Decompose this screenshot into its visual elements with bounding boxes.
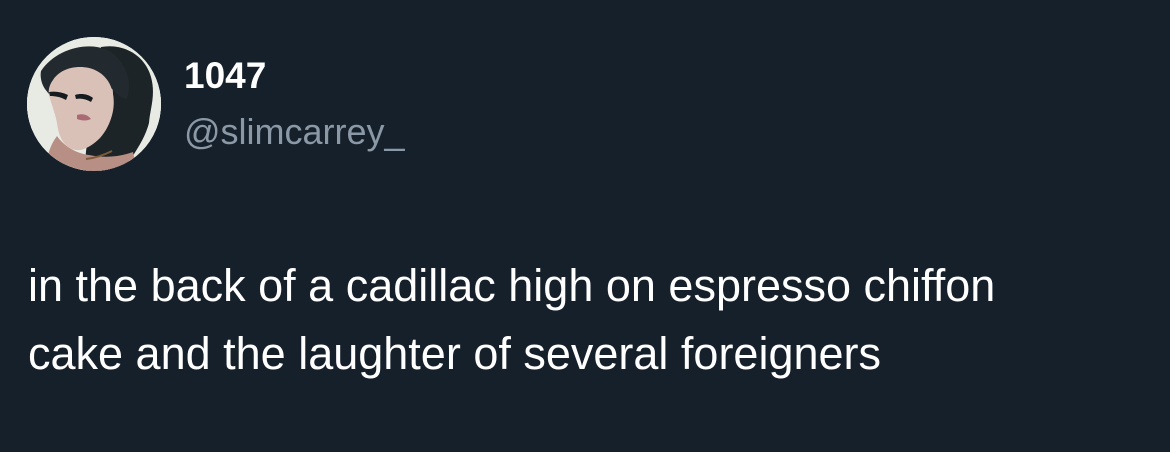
avatar[interactable] <box>27 37 161 171</box>
author-display-name[interactable]: 1047 <box>184 54 266 98</box>
profile-photo-icon <box>27 37 161 171</box>
author-handle[interactable]: @slimcarrey_ <box>184 110 405 154</box>
tweet-card: 1047 @slimcarrey_ in the back of a cadil… <box>0 0 1170 452</box>
tweet-text: in the back of a cadillac high on espres… <box>28 252 1148 388</box>
tweet-text-line: cake and the laughter of several foreign… <box>28 328 882 379</box>
tweet-text-line: in the back of a cadillac high on espres… <box>28 260 996 311</box>
